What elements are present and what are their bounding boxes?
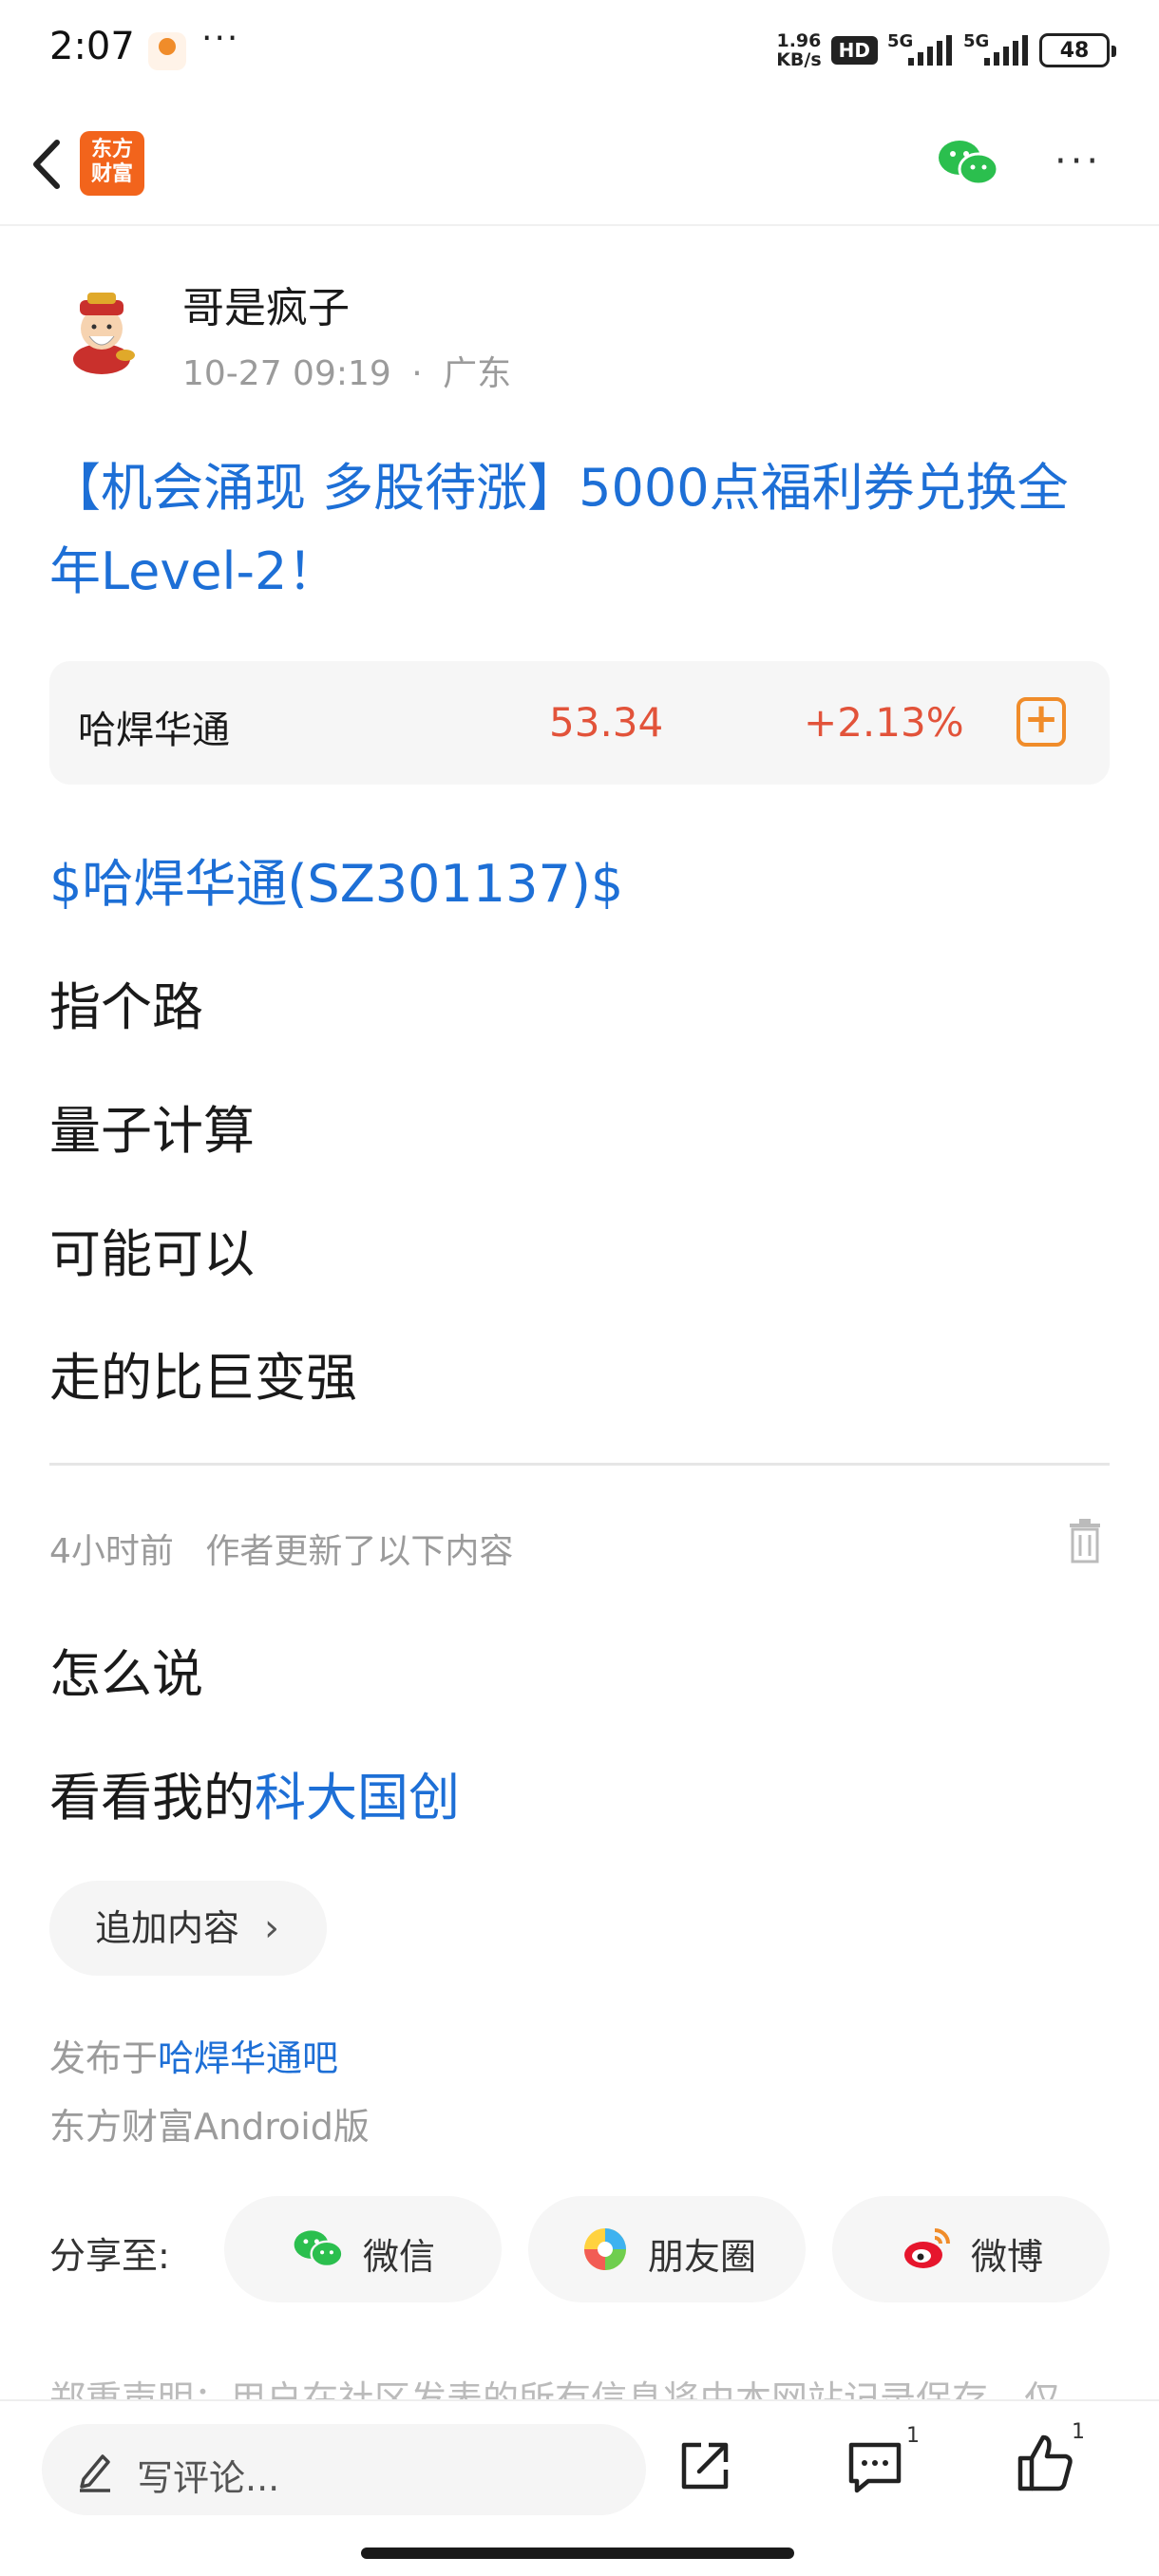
wechat-icon bbox=[293, 2225, 344, 2274]
battery-icon: 48 bbox=[1039, 33, 1116, 67]
app-logo[interactable]: 东方 财富 bbox=[80, 131, 144, 196]
avatar[interactable] bbox=[49, 275, 154, 380]
hd-badge: HD bbox=[830, 36, 878, 65]
stock-name: 哈焊华通 bbox=[78, 709, 230, 752]
status-more-dots: ··· bbox=[201, 19, 240, 58]
post-time: 10-27 09:19 bbox=[182, 354, 391, 393]
comment-input[interactable]: 写评论... bbox=[42, 2424, 646, 2515]
add-content-button[interactable]: 追加内容 › bbox=[49, 1881, 327, 1976]
platform-label: 东方财富Android版 bbox=[49, 2106, 370, 2148]
comment-count: 1 bbox=[906, 2424, 920, 2448]
post-meta: 10-27 09:19 · 广东 bbox=[182, 346, 511, 395]
body-line: 指个路 bbox=[49, 977, 203, 1037]
back-arrow-icon[interactable] bbox=[21, 131, 78, 198]
post-detail-page: 2:07 ··· 1.96 KB/s HD 5G 5G 48 东方 财富 ···… bbox=[0, 0, 1159, 2576]
body-line: 走的比巨变强 bbox=[49, 1348, 357, 1408]
app-notification-icon bbox=[148, 32, 186, 70]
share-weibo-button[interactable]: 微博 bbox=[832, 2196, 1110, 2302]
share-label: 分享至: bbox=[49, 2235, 170, 2277]
status-time: 2:07 bbox=[49, 25, 135, 68]
update-line: 看看我的科大国创 bbox=[49, 1768, 460, 1828]
update-line: 怎么说 bbox=[49, 1644, 203, 1704]
home-indicator[interactable] bbox=[361, 2548, 794, 2559]
thumbs-up-icon[interactable] bbox=[1015, 2432, 1075, 2494]
stock-mention-link[interactable]: $哈焊华通(SZ301137)$ bbox=[49, 842, 623, 917]
divider bbox=[49, 1463, 1110, 1466]
stock-quote-card[interactable]: 哈焊华通 53.34 +2.13% + bbox=[49, 661, 1110, 785]
update-note: 作者更新了以下内容 bbox=[205, 1532, 514, 1571]
wechat-icon[interactable] bbox=[937, 137, 999, 190]
post-title-link[interactable]: 【机会涌现 多股待涨】5000点福利券兑换全年Level-2！ bbox=[49, 446, 1113, 614]
stock-mention-link[interactable]: 科大国创 bbox=[255, 1768, 460, 1828]
meta-separator: · bbox=[411, 354, 423, 393]
share-wechat-button[interactable]: 微信 bbox=[224, 2196, 502, 2302]
update-time: 4小时前 bbox=[49, 1532, 174, 1571]
update-meta: 4小时前 作者更新了以下内容 bbox=[49, 1524, 513, 1573]
share-out-icon[interactable] bbox=[676, 2437, 733, 2494]
trash-icon[interactable] bbox=[1066, 1518, 1104, 1563]
stock-change: +2.13% bbox=[804, 699, 964, 746]
posted-in: 发布于哈焊华通吧 bbox=[49, 2037, 339, 2079]
body-line: 可能可以 bbox=[49, 1224, 255, 1284]
weibo-icon bbox=[901, 2225, 952, 2274]
disclaimer-text: 郑重声明：用户在社区发表的所有信息将由本网站记录保存，仅 bbox=[49, 2378, 1061, 2399]
stock-price: 53.34 bbox=[549, 699, 664, 746]
share-moments-button[interactable]: 朋友圈 bbox=[528, 2196, 806, 2302]
body-line: 量子计算 bbox=[49, 1101, 255, 1161]
net-speed: 1.96 KB/s bbox=[776, 30, 822, 70]
forum-link[interactable]: 哈焊华通吧 bbox=[158, 2037, 338, 2079]
status-bar: 2:07 ··· 1.96 KB/s HD 5G 5G 48 bbox=[0, 0, 1159, 104]
pen-icon bbox=[74, 2447, 116, 2492]
signal-5g-icon-2: 5G bbox=[963, 31, 1030, 69]
signal-5g-icon: 5G bbox=[887, 31, 954, 69]
bottom-action-bar: 写评论... 1 1 bbox=[0, 2399, 1159, 2576]
post-location: 广东 bbox=[443, 354, 512, 393]
comment-icon[interactable] bbox=[846, 2437, 904, 2496]
top-nav-bar: 东方 财富 ··· bbox=[0, 104, 1159, 226]
more-icon[interactable]: ··· bbox=[1054, 142, 1102, 180]
status-indicators: 1.96 KB/s HD 5G 5G 48 bbox=[776, 28, 1116, 72]
add-watchlist-icon[interactable]: + bbox=[1016, 697, 1066, 747]
chevron-right-icon: › bbox=[264, 1906, 279, 1950]
author-name[interactable]: 哥是疯子 bbox=[182, 274, 350, 334]
like-count: 1 bbox=[1072, 2420, 1085, 2444]
moments-icon bbox=[580, 2225, 631, 2274]
